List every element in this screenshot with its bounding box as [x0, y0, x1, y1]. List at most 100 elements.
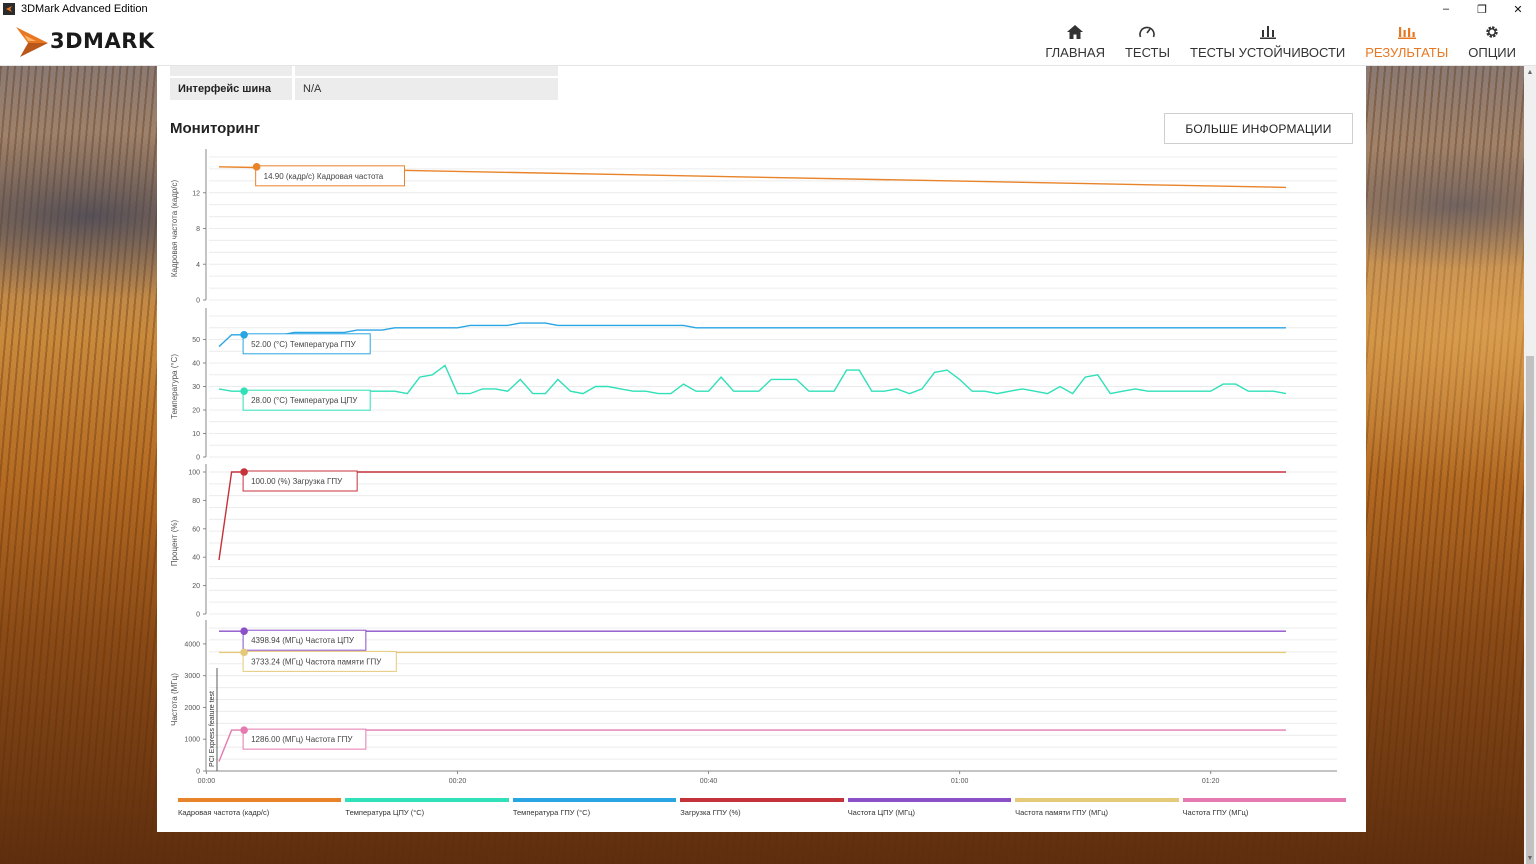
nav-tests-label: ТЕСТЫ: [1124, 45, 1170, 60]
legend-color-bar: [1015, 798, 1179, 802]
x-tick-label: 00:20: [449, 778, 467, 785]
tooltip-text: 3733.24 (МГц) Частота памяти ГПУ: [251, 657, 382, 666]
tooltip-dot: [240, 387, 248, 396]
y-tick-label: 4: [196, 262, 200, 269]
app-icon: [3, 3, 15, 15]
y-tick-label: 0: [196, 769, 200, 776]
legend-item[interactable]: Загрузка ГПУ (%): [680, 798, 844, 817]
tooltip-text: 1286.00 (МГц) Частота ГПУ: [251, 735, 353, 744]
y-tick-label: 0: [196, 298, 200, 305]
monitoring-charts: 0 4 8 12 Кадровая частота (кадр/с) 14.90 (кад…: [170, 149, 1337, 785]
y-tick-label: 60: [192, 526, 200, 533]
series-line: [218, 322, 1286, 348]
legend-label: Загрузка ГПУ (%): [680, 808, 741, 817]
legend-color-bar: [345, 798, 509, 802]
nav-home-label: ГЛАВНАЯ: [1045, 45, 1105, 60]
y-tick-label: 12: [192, 190, 200, 197]
y-axis-label: Процент (%): [170, 520, 179, 567]
tooltip-text: 100.00 (%) Загрузка ГПУ: [251, 477, 343, 486]
nav-results[interactable]: РЕЗУЛЬТАТЫ: [1355, 18, 1458, 66]
close-button[interactable]: ✕: [1500, 0, 1536, 18]
y-tick-label: 10: [192, 431, 200, 438]
y-tick-label: 2000: [184, 705, 200, 712]
legend-color-bar: [512, 798, 677, 802]
logo[interactable]: 3DMARK: [14, 23, 155, 59]
scrollbar-thumb[interactable]: [1526, 356, 1534, 864]
main-nav: ГЛАВНАЯ ТЕСТЫ ТЕСТЫ УСТОЙЧИВОСТИ РЕЗУЛЬТ…: [1035, 18, 1536, 66]
results-icon: [1397, 23, 1416, 41]
tooltip-text: 52.00 (°C) Температура ГПУ: [251, 340, 357, 349]
tooltip-dot: [240, 331, 248, 339]
x-tick-label: 00:00: [198, 778, 216, 785]
legend-color-bar: [1182, 798, 1346, 802]
window-controls: – ❐ ✕: [1428, 0, 1536, 18]
nav-home[interactable]: ГЛАВНАЯ: [1035, 18, 1115, 66]
nav-options-label: ОПЦИИ: [1468, 45, 1516, 60]
app-header: 3DMARK ГЛАВНАЯ ТЕСТЫ ТЕСТЫ УСТОЙЧИВОСТИ …: [0, 18, 1536, 66]
chart-legend: Кадровая частота (кадр/с) Температура ЦПУ…: [178, 798, 1346, 817]
y-tick-label: 30: [192, 384, 200, 391]
test-marker-label: PCI Express feature test: [209, 691, 216, 767]
page-scrollbar[interactable]: ▲ ▼: [1524, 66, 1536, 864]
results-panel: Интерфейс шина N/A Мониторинг БОЛЬШЕ ИНФ…: [157, 66, 1366, 832]
x-tick-label: 01:00: [951, 778, 969, 785]
nav-results-label: РЕЗУЛЬТАТЫ: [1365, 45, 1449, 60]
logo-mark-icon: [14, 23, 50, 59]
window-title: 3DMark Advanced Edition: [21, 3, 148, 15]
logo-text: 3DMARK: [50, 29, 155, 53]
home-icon: [1067, 23, 1084, 41]
y-tick-label: 4000: [184, 641, 200, 648]
restore-button[interactable]: ❐: [1464, 0, 1500, 18]
x-tick-label: 01:20: [1202, 778, 1220, 785]
series-line: [218, 471, 1286, 561]
tooltip-dot: [240, 468, 248, 476]
y-tick-label: 8: [196, 226, 200, 233]
y-axis-label: Частота (МГц): [170, 673, 179, 726]
legend-label: Частота памяти ГПУ (МГц): [1015, 808, 1109, 817]
gauge-icon: [1138, 23, 1156, 41]
legend-item[interactable]: Частота ГПУ (МГц): [1182, 798, 1346, 817]
nav-stress-tests-label: ТЕСТЫ УСТОЙЧИВОСТИ: [1190, 45, 1346, 60]
nav-options[interactable]: ОПЦИИ: [1458, 18, 1536, 66]
y-tick-label: 3000: [184, 673, 200, 680]
y-tick-label: 20: [192, 583, 200, 590]
tooltip-text: 4398.94 (МГц) Частота ЦПУ: [251, 636, 355, 645]
scroll-down-icon[interactable]: ▼: [1524, 852, 1536, 864]
y-tick-label: 0: [196, 455, 200, 462]
nav-stress-tests[interactable]: ТЕСТЫ УСТОЙЧИВОСТИ: [1180, 18, 1355, 66]
legend-label: Температура ЦПУ (°C): [345, 808, 425, 817]
y-tick-label: 100: [188, 470, 200, 477]
legend-item[interactable]: Температура ЦПУ (°C): [345, 798, 509, 817]
y-tick-label: 40: [192, 555, 200, 562]
y-tick-label: 50: [192, 337, 200, 344]
y-tick-label: 20: [192, 408, 200, 415]
series-line: [218, 364, 1287, 395]
tooltip-dot: [240, 726, 248, 734]
legend-label: Частота ЦПУ (МГц): [847, 808, 915, 817]
y-axis-label: Кадровая частота (кадр/с): [170, 179, 179, 277]
y-tick-label: 1000: [184, 737, 200, 744]
bars-icon: [1259, 23, 1276, 41]
minimize-button[interactable]: –: [1428, 0, 1464, 18]
legend-item[interactable]: Частота памяти ГПУ (МГц): [1015, 798, 1179, 817]
tooltip-dot: [240, 627, 248, 636]
x-tick-label: 00:40: [700, 778, 718, 785]
tooltip-dot: [240, 648, 248, 657]
legend-item[interactable]: Температура ГПУ (°C): [512, 798, 677, 817]
legend-item[interactable]: Частота ЦПУ (МГц): [847, 798, 1012, 817]
legend-item[interactable]: Кадровая частота (кадр/с): [178, 798, 342, 817]
window-titlebar: 3DMark Advanced Edition – ❐ ✕: [0, 0, 1536, 18]
tooltip-dot: [252, 163, 261, 171]
legend-label: Частота ГПУ (МГц): [1182, 808, 1249, 817]
y-axis-label: Температура (°C): [170, 354, 179, 419]
legend-label: Температура ГПУ (°C): [512, 808, 591, 817]
tooltip-text: 28.00 (°C) Температура ЦПУ: [251, 396, 358, 405]
y-tick-label: 0: [196, 612, 200, 619]
y-tick-label: 40: [192, 361, 200, 368]
scroll-up-icon[interactable]: ▲: [1524, 66, 1536, 78]
gear-icon: [1484, 23, 1500, 41]
tooltip-text: 14.90 (кадр/с) Кадровая частота: [264, 172, 384, 181]
legend-label: Кадровая частота (кадр/с): [178, 808, 270, 817]
legend-color-bar: [178, 798, 342, 802]
nav-tests[interactable]: ТЕСТЫ: [1115, 18, 1180, 66]
